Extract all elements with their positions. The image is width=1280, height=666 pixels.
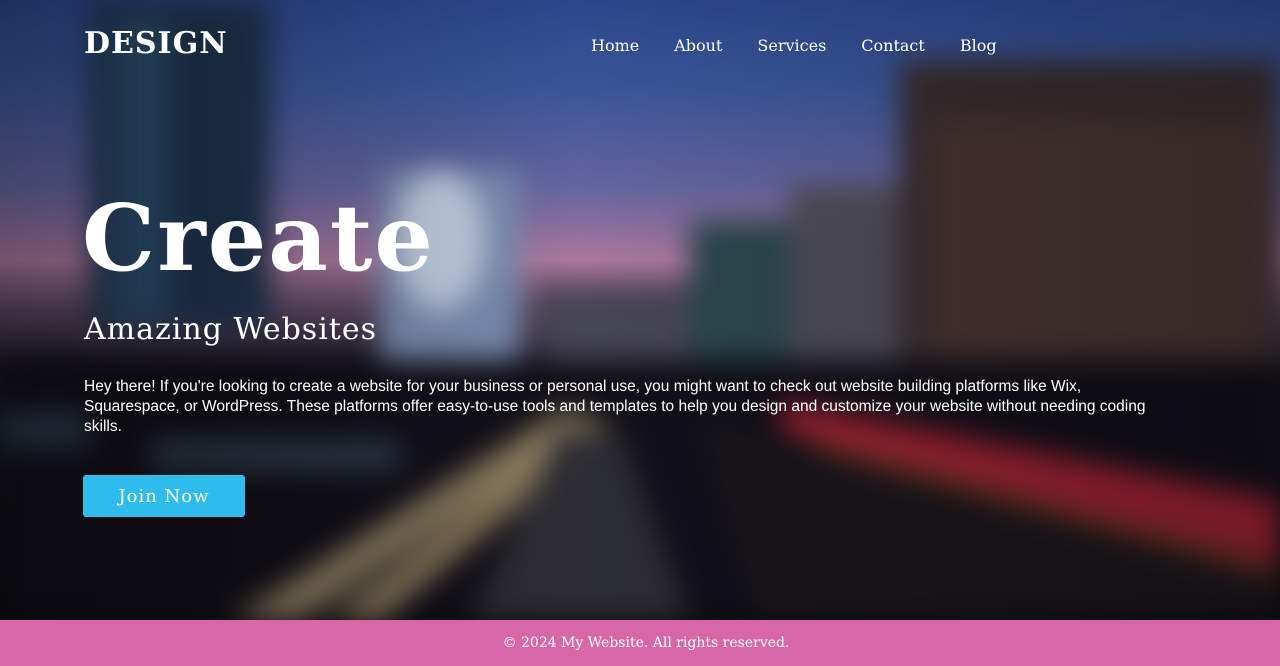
hero-title: Create (82, 184, 435, 292)
hero-description: Hey there! If you're looking to create a… (84, 378, 1146, 435)
hero-subtitle: Amazing Websites (84, 312, 378, 347)
join-now-button[interactable]: Join Now (83, 475, 245, 517)
page: DESIGN Home About Services Contact Blog … (0, 0, 1280, 666)
footer: © 2024 My Website. All rights reserved. (0, 620, 1280, 666)
nav-home-link[interactable]: Home (591, 36, 639, 55)
site-logo[interactable]: DESIGN (84, 26, 228, 61)
nav-about-link[interactable]: About (674, 36, 722, 55)
nav-contact-link[interactable]: Contact (861, 36, 925, 55)
footer-copyright: © 2024 My Website. All rights reserved. (502, 635, 790, 651)
nav-services-link[interactable]: Services (757, 36, 826, 55)
main-nav: Home About Services Contact Blog (591, 36, 997, 55)
nav-blog-link[interactable]: Blog (960, 36, 997, 55)
hero-section (0, 0, 1280, 620)
hero-overlay (0, 0, 1280, 620)
